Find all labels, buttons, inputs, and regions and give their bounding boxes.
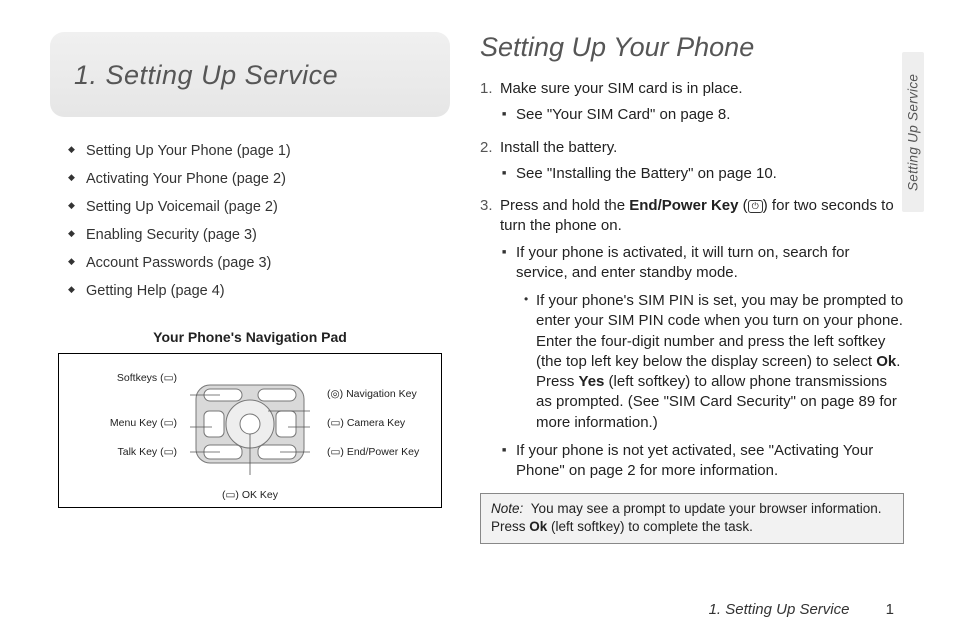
step-sub2-item: If your phone's SIM PIN is set, you may …	[524, 291, 904, 433]
label-ok-key: (▭) OK Key	[222, 489, 278, 501]
left-column: 1. Setting Up Service Setting Up Your Ph…	[50, 32, 450, 544]
end-power-key-label: End/Power Key	[629, 197, 738, 214]
note-text-b: (left softkey) to complete the task.	[547, 519, 753, 534]
toc-item: Enabling Security (page 3)	[68, 227, 450, 243]
step-text: Install the battery.	[500, 139, 617, 156]
step-subitem: See "Your SIM Card" on page 8.	[502, 105, 904, 125]
step-text-a: Press and hold the	[500, 197, 629, 214]
note-ok: Ok	[529, 519, 547, 534]
navigation-pad-icon	[190, 379, 310, 479]
sub-text: If your phone is activated, it will turn…	[516, 244, 850, 281]
page-container: 1. Setting Up Service Setting Up Your Ph…	[0, 0, 954, 564]
chapter-title: 1. Setting Up Service	[74, 60, 426, 91]
page-footer: 1. Setting Up Service 1	[709, 601, 894, 618]
section-title: Setting Up Your Phone	[480, 32, 904, 63]
sub2-text-a: If your phone's SIM PIN is set, you may …	[536, 292, 903, 370]
label-camera-key: (▭) Camera Key	[327, 417, 405, 429]
step-text-b: (	[738, 197, 747, 214]
step-subitem: See "Installing the Battery" on page 10.	[502, 164, 904, 184]
toc-item: Setting Up Your Phone (page 1)	[68, 143, 450, 159]
label-softkeys: Softkeys (▭)	[67, 372, 177, 384]
navigation-pad-diagram: Softkeys (▭) Menu Key (▭) Talk Key (▭) (…	[58, 353, 442, 508]
toc-list: Setting Up Your Phone (page 1) Activatin…	[50, 143, 450, 299]
footer-section: 1. Setting Up Service	[709, 601, 850, 618]
right-column: Setting Up Your Phone Make sure your SIM…	[480, 32, 904, 544]
step-3: Press and hold the End/Power Key (⏻) for…	[480, 196, 904, 481]
toc-item: Getting Help (page 4)	[68, 283, 450, 299]
diagram-title: Your Phone's Navigation Pad	[50, 329, 450, 345]
step-text: Make sure your SIM card is in place.	[500, 80, 743, 97]
label-end-power-key: (▭) End/Power Key	[327, 446, 419, 458]
label-talk-key: Talk Key (▭)	[67, 446, 177, 458]
step-list: Make sure your SIM card is in place. See…	[480, 79, 904, 481]
label-navigation-key: (◎) Navigation Key	[327, 388, 417, 400]
toc-item: Setting Up Voicemail (page 2)	[68, 199, 450, 215]
chapter-banner: 1. Setting Up Service	[50, 32, 450, 117]
step-2: Install the battery. See "Installing the…	[480, 138, 904, 185]
ok-label: Ok	[876, 353, 896, 370]
step-subitem: If your phone is not yet activated, see …	[502, 441, 904, 482]
step-1: Make sure your SIM card is in place. See…	[480, 79, 904, 126]
note-label: Note:	[491, 501, 523, 516]
label-menu-key: Menu Key (▭)	[67, 417, 177, 429]
side-tab: Setting Up Service	[902, 52, 924, 212]
end-power-key-icon: ⏻	[748, 200, 763, 213]
toc-item: Activating Your Phone (page 2)	[68, 171, 450, 187]
yes-label: Yes	[579, 373, 605, 390]
step-subitem: If your phone is activated, it will turn…	[502, 243, 904, 433]
toc-item: Account Passwords (page 3)	[68, 255, 450, 271]
page-number: 1	[886, 601, 894, 618]
note-box: Note: You may see a prompt to update you…	[480, 493, 904, 543]
